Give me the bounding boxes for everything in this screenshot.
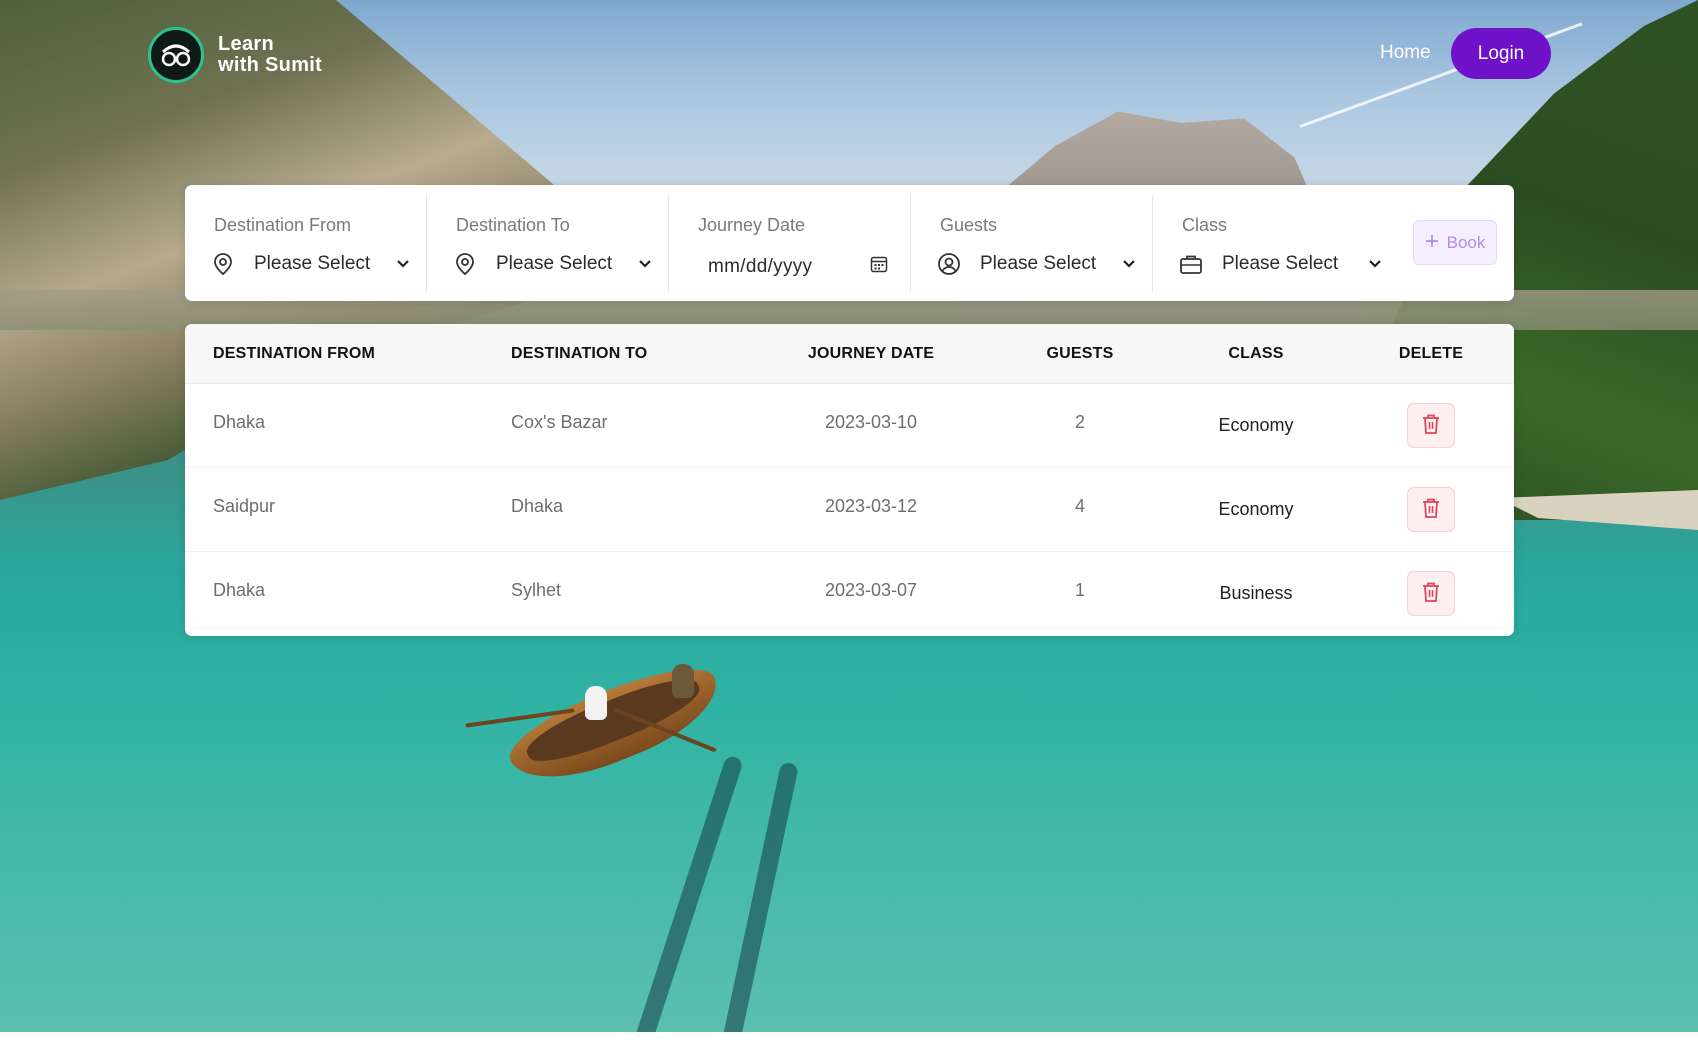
cell-guests: 1 [1074, 580, 1086, 600]
cell-guests: 4 [1074, 496, 1086, 516]
cell-class: Business [1219, 583, 1293, 603]
bookings-table: DESTINATION FROM DESTINATION TO JOURNEY … [185, 324, 1514, 636]
chevron-down-icon [394, 255, 412, 273]
cell-date: 2023-03-12 [824, 496, 918, 516]
th-journey-date: JOURNEY DATE [807, 345, 935, 362]
th-destination-to: DESTINATION TO [511, 345, 648, 362]
rower [585, 686, 607, 720]
th-class: CLASS [1228, 345, 1284, 362]
brand-line-1: Learn [218, 33, 274, 55]
trash-icon [1421, 497, 1441, 522]
class-field[interactable]: Class Please Select [1153, 195, 1398, 291]
water-shadow [634, 754, 744, 1032]
field-label: Guests [940, 215, 998, 235]
cell-from: Dhaka [213, 412, 266, 432]
plus-icon [1425, 233, 1439, 253]
table-row: Saidpur Dhaka 2023-03-12 4 Economy [185, 468, 1514, 552]
trash-icon [1421, 413, 1441, 438]
guests-field[interactable]: Guests Please Select [911, 195, 1153, 291]
cell-to: Dhaka [511, 496, 564, 516]
location-pin-icon [452, 251, 478, 277]
destination-from-select[interactable]: Please Select [254, 253, 394, 275]
journey-date-input[interactable]: mm/dd/yyyy [708, 256, 870, 278]
book-button-label: Book [1446, 232, 1486, 252]
briefcase-icon [1178, 251, 1204, 277]
field-label: Class [1182, 215, 1228, 235]
cell-class: Economy [1218, 415, 1294, 435]
th-guests: GUESTS [1046, 345, 1114, 362]
rowing-boat [499, 651, 731, 799]
table-row: Dhaka Cox's Bazar 2023-03-10 2 Economy [185, 384, 1514, 468]
class-select[interactable]: Please Select [1222, 253, 1366, 275]
cell-from: Dhaka [213, 580, 266, 600]
cell-class: Economy [1218, 499, 1294, 519]
nav-home-link[interactable]: Home [1380, 42, 1431, 64]
chevron-down-icon [636, 255, 654, 273]
delete-button[interactable] [1407, 487, 1455, 532]
book-button[interactable]: Book [1413, 220, 1497, 265]
cell-to: Sylhet [511, 580, 562, 600]
logo-glasses-icon [148, 27, 204, 83]
th-destination-from: DESTINATION FROM [213, 345, 376, 362]
chevron-down-icon [1120, 255, 1138, 273]
guests-select[interactable]: Please Select [980, 253, 1120, 275]
cell-guests: 2 [1074, 412, 1086, 432]
water-shadow [719, 761, 799, 1032]
brand-line-2: with Sumit [218, 54, 323, 76]
delete-button[interactable] [1407, 571, 1455, 616]
login-button[interactable]: Login [1451, 28, 1551, 79]
table-header: DESTINATION FROM DESTINATION TO JOURNEY … [185, 324, 1514, 384]
table-row: Dhaka Sylhet 2023-03-07 1 Business [185, 552, 1514, 636]
calendar-icon[interactable] [870, 255, 888, 278]
destination-from-field[interactable]: Destination From Please Select [185, 195, 427, 291]
location-pin-icon [210, 251, 236, 277]
chevron-down-icon [1366, 255, 1384, 273]
brand-name: Learn with Sumit [218, 34, 322, 76]
user-circle-icon [936, 251, 962, 277]
field-label: Destination From [214, 215, 352, 235]
th-delete: DELETE [1398, 345, 1464, 362]
destination-to-select[interactable]: Please Select [496, 253, 636, 275]
field-label: Journey Date [698, 215, 806, 235]
cell-date: 2023-03-10 [824, 412, 918, 432]
journey-date-field[interactable]: Journey Date mm/dd/yyyy [669, 195, 911, 291]
brand-logo[interactable]: Learn with Sumit [148, 27, 322, 83]
field-label: Destination To [456, 215, 570, 235]
cell-from: Saidpur [213, 496, 276, 516]
cell-to: Cox's Bazar [511, 412, 608, 432]
navbar: Learn with Sumit Home Login [0, 0, 1698, 110]
delete-button[interactable] [1407, 403, 1455, 448]
passenger [672, 664, 694, 698]
trash-icon [1421, 581, 1441, 606]
cell-date: 2023-03-07 [824, 580, 918, 600]
destination-to-field[interactable]: Destination To Please Select [427, 195, 669, 291]
booking-form: Destination From Please Select Destinati… [185, 185, 1514, 301]
